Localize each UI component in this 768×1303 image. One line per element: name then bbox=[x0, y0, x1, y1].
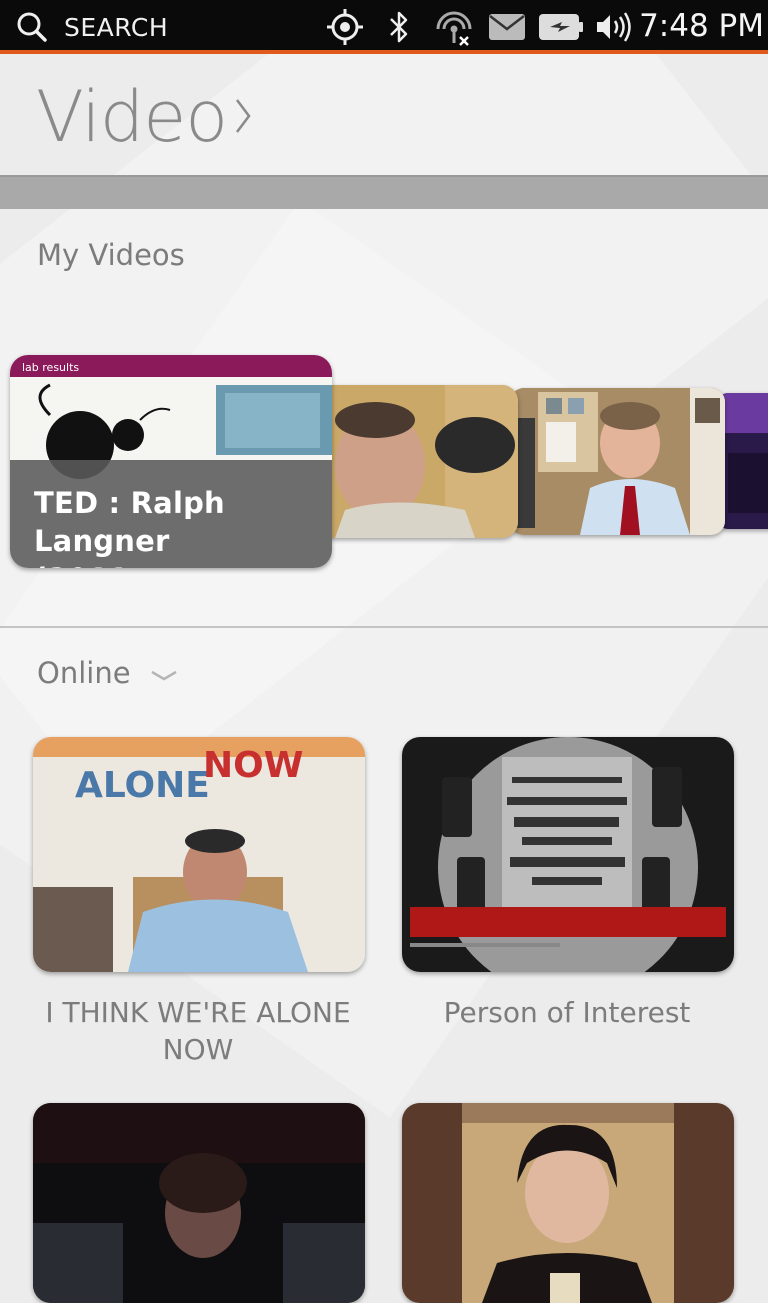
carousel-thumbnail[interactable] bbox=[315, 385, 518, 538]
messages-icon[interactable] bbox=[488, 9, 526, 45]
video-thumbnail-person-of-interest[interactable] bbox=[402, 737, 734, 972]
video-thumbnail-alone-now[interactable]: ALONE NOW bbox=[33, 737, 365, 972]
volume-icon[interactable] bbox=[594, 9, 634, 45]
chevron-right-icon[interactable] bbox=[234, 96, 252, 146]
battery-icon[interactable] bbox=[538, 9, 584, 45]
section-title-online[interactable]: Online bbox=[37, 656, 131, 690]
header-band bbox=[0, 177, 768, 209]
featured-video-thumbnail[interactable]: lab results TED : Ralph Langner (2011... bbox=[10, 355, 332, 568]
chevron-down-icon[interactable] bbox=[150, 668, 178, 687]
video-title-line: I THINK WE'RE ALONE bbox=[45, 996, 351, 1029]
video-title[interactable]: Person of Interest bbox=[402, 994, 732, 1031]
bluetooth-icon[interactable] bbox=[385, 9, 413, 45]
carousel-thumbnail[interactable] bbox=[510, 388, 725, 535]
video-title-line: Person of Interest bbox=[443, 996, 691, 1029]
svg-text:ALONE: ALONE bbox=[75, 765, 210, 806]
page-title[interactable]: Video bbox=[36, 76, 228, 158]
svg-text:NOW: NOW bbox=[203, 745, 303, 786]
location-icon[interactable] bbox=[325, 9, 365, 45]
video-title[interactable]: I THINK WE'RE ALONE NOW bbox=[33, 994, 363, 1068]
status-bar: SEARCH 7:48 PM bbox=[0, 0, 768, 54]
section-title-my-videos: My Videos bbox=[37, 238, 185, 272]
svg-text:lab results: lab results bbox=[22, 361, 79, 374]
page-header: Video bbox=[0, 58, 768, 176]
search-icon bbox=[17, 12, 47, 42]
search-button[interactable]: SEARCH bbox=[16, 10, 168, 44]
video-thumbnail[interactable] bbox=[402, 1103, 734, 1303]
video-title-line: NOW bbox=[162, 1033, 234, 1066]
video-caption: TED : Ralph Langner (2011... bbox=[10, 460, 332, 568]
video-thumbnail[interactable] bbox=[33, 1103, 365, 1303]
search-label: SEARCH bbox=[64, 12, 169, 42]
video-title-line: Langner (2011... bbox=[34, 524, 170, 568]
carousel-thumbnail[interactable] bbox=[718, 393, 768, 529]
network-disconnected-icon[interactable] bbox=[432, 9, 476, 46]
video-title-line: TED : Ralph bbox=[34, 486, 225, 520]
section-divider bbox=[0, 626, 768, 628]
clock[interactable]: 7:48 PM bbox=[639, 8, 764, 44]
